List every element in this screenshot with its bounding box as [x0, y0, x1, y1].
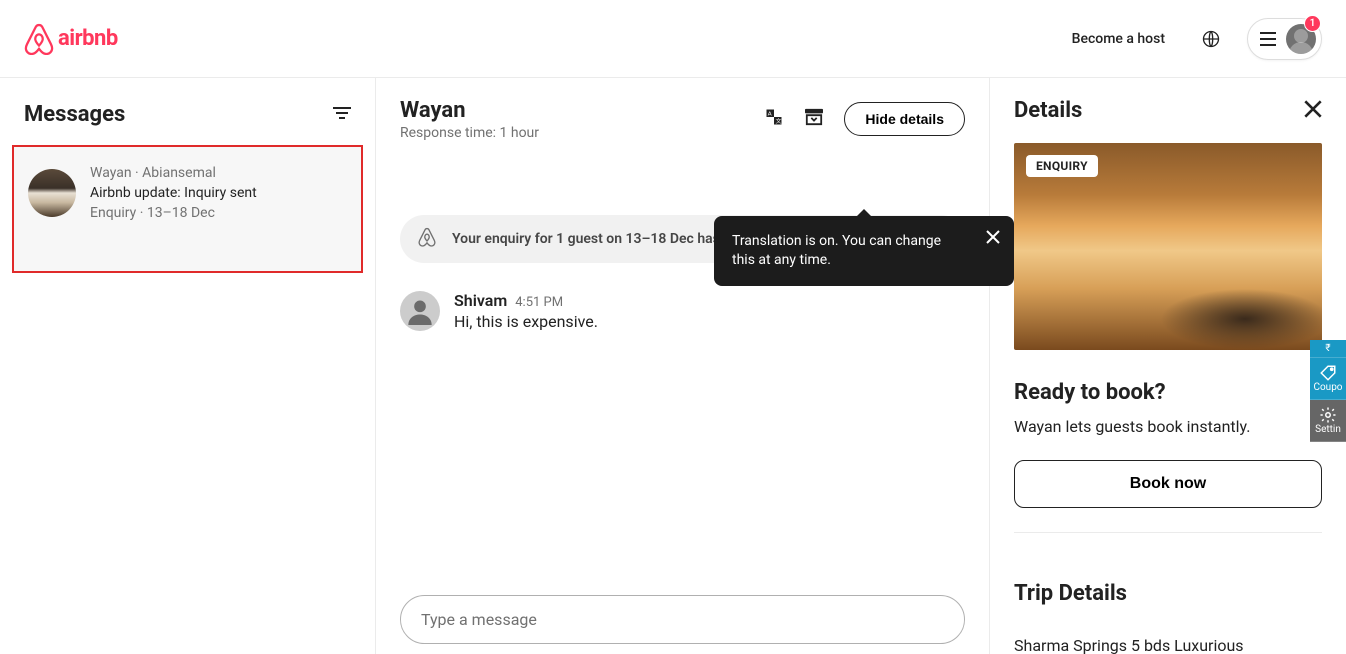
message-time: 4:51 PM: [515, 295, 563, 310]
ready-to-book-subtitle: Wayan lets guests book instantly.: [1014, 417, 1322, 436]
message-input[interactable]: Type a message: [400, 595, 965, 644]
menu-icon: [1260, 32, 1276, 46]
app-header: airbnb Become a host 1: [0, 0, 1346, 78]
coupons-tab[interactable]: Coupo: [1310, 358, 1346, 400]
notification-badge: 1: [1304, 15, 1321, 32]
airbnb-small-icon: [418, 227, 436, 251]
divider: [1014, 532, 1322, 533]
translation-tooltip: Translation is on. You can change this a…: [714, 216, 1014, 286]
trip-listing-name: Sharma Springs 5 bds Luxurious: [1014, 636, 1322, 654]
enquiry-badge: ENQUIRY: [1026, 155, 1098, 177]
hide-details-button[interactable]: Hide details: [844, 102, 965, 136]
conversation-response-time: Response time: 1 hour: [400, 125, 539, 141]
thread-subject: Airbnb update: Inquiry sent: [90, 185, 257, 201]
ready-to-book-title: Ready to book?: [1014, 380, 1322, 405]
messages-title: Messages: [24, 102, 125, 127]
thread-thumbnail: [28, 169, 76, 217]
svg-text:文: 文: [776, 117, 782, 125]
close-icon[interactable]: [1304, 100, 1322, 122]
currency-tab[interactable]: ₹: [1310, 340, 1346, 358]
header-right: Become a host 1: [1062, 18, 1322, 60]
conversation-column: Wayan Response time: 1 hour A文 Hide deta…: [376, 78, 990, 654]
message-sender: Shivam: [454, 291, 507, 310]
details-title: Details: [1014, 98, 1082, 123]
avatar: [400, 291, 440, 331]
translate-icon[interactable]: A文: [764, 107, 784, 131]
thread-sender: Wayan · Abiansemal: [90, 165, 257, 181]
conversation-name: Wayan: [400, 98, 539, 123]
close-icon[interactable]: [986, 230, 1000, 250]
become-host-link[interactable]: Become a host: [1062, 21, 1175, 57]
message-text: Hi, this is expensive.: [454, 312, 598, 331]
filter-icon[interactable]: [333, 105, 351, 124]
listing-image: ENQUIRY: [1014, 143, 1322, 350]
message-row: Shivam 4:51 PM Hi, this is expensive.: [400, 291, 965, 331]
brand-logo[interactable]: airbnb: [24, 23, 118, 55]
archive-icon[interactable]: [804, 108, 824, 130]
brand-text: airbnb: [58, 26, 118, 51]
main: Messages Wayan · Abiansemal Airbnb updat…: [0, 78, 1346, 654]
thread-meta: Enquiry · 13–18 Dec: [90, 205, 257, 221]
language-icon[interactable]: [1191, 19, 1231, 59]
details-column: Details ENQUIRY Ready to book? Wayan let…: [990, 78, 1346, 654]
side-widget[interactable]: ₹ Coupo Settin: [1310, 340, 1346, 442]
svg-text:A: A: [768, 111, 772, 117]
settings-tab[interactable]: Settin: [1310, 400, 1346, 442]
tooltip-text: Translation is on. You can change this a…: [732, 233, 941, 268]
user-menu[interactable]: 1: [1247, 18, 1322, 60]
trip-details-title: Trip Details: [1014, 581, 1322, 606]
book-now-button[interactable]: Book now: [1014, 460, 1322, 508]
messages-column: Messages Wayan · Abiansemal Airbnb updat…: [0, 78, 376, 654]
thread-item[interactable]: Wayan · Abiansemal Airbnb update: Inquir…: [12, 145, 363, 273]
